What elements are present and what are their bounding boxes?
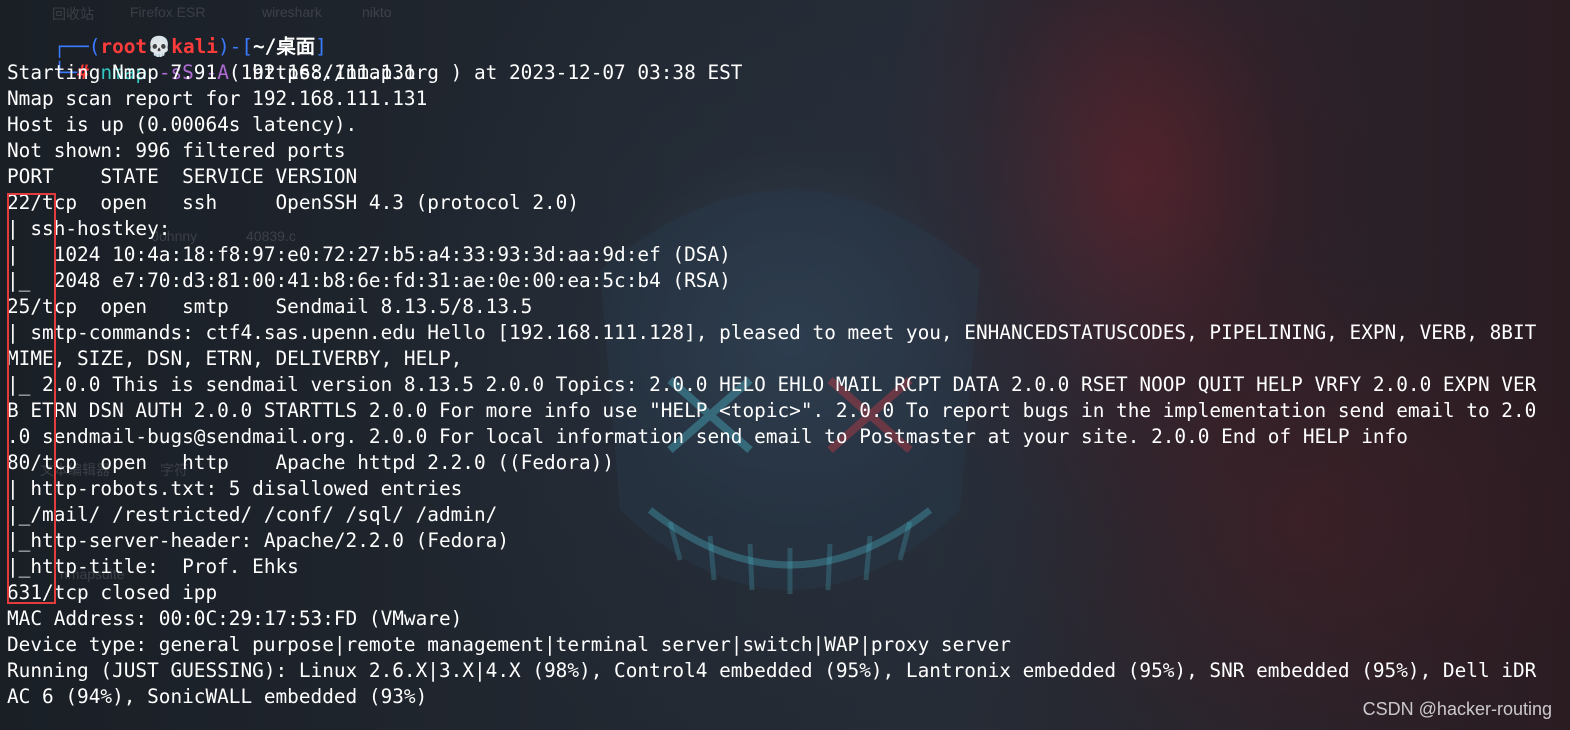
output-line: |_ 2048 e7:70:d3:81:00:41:b8:6e:fd:31:ae… <box>7 269 731 292</box>
output-line: | 1024 10:4a:18:f8:97:e0:72:27:b5:a4:33:… <box>7 243 731 266</box>
output-line: |_http-server-header: Apache/2.2.0 (Fedo… <box>7 529 509 552</box>
output-line: MAC Address: 00:0C:29:17:53:FD (VMware) <box>7 607 463 630</box>
output-line: | http-robots.txt: 5 disallowed entries <box>7 477 463 500</box>
output-line: .0 sendmail-bugs@sendmail.org. 2.0.0 For… <box>7 425 1408 448</box>
output-line: |_ 2.0.0 This is sendmail version 8.13.5… <box>7 373 1537 396</box>
output-line: MIME, SIZE, DSN, ETRN, DELIVERBY, HELP, <box>7 347 463 370</box>
terminal-window[interactable]: 回收站 Firefox ESR wireshark nikto Johnny 4… <box>0 0 1570 730</box>
output-line: | smtp-commands: ctf4.sas.upenn.edu Hell… <box>7 321 1537 344</box>
output-line: 25/tcp open smtp Sendmail 8.13.5/8.13.5 <box>7 295 533 318</box>
output-line: Host is up (0.00064s latency). <box>7 113 358 136</box>
output-line: 80/tcp open http Apache httpd 2.2.0 ((Fe… <box>7 451 615 474</box>
output-line: |_/mail/ /restricted/ /conf/ /sql/ /admi… <box>7 503 498 526</box>
csdn-watermark: CSDN @hacker-routing <box>1362 699 1552 719</box>
output-line: PORT STATE SERVICE VERSION <box>7 165 358 188</box>
desktop-ghost-label: nikto <box>362 4 392 20</box>
output-line: Device type: general purpose|remote mana… <box>7 633 1011 656</box>
prompt-line-2: └─# nmap -sS -A 192.168.111.131 <box>7 34 416 84</box>
output-line: Not shown: 996 filtered ports <box>7 139 346 162</box>
prompt-line-1: ┌──(root💀kali)-[~/桌面] <box>7 8 327 58</box>
output-line: Running (JUST GUESSING): Linux 2.6.X|3.X… <box>7 659 1537 682</box>
output-line: Starting Nmap 7.91 ( https://nmap.org ) … <box>7 61 743 84</box>
port-column-highlight-box <box>7 193 56 604</box>
output-line: Nmap scan report for 192.168.111.131 <box>7 87 428 110</box>
output-line: B ETRN DSN AUTH 2.0.0 STARTTLS 2.0.0 For… <box>7 399 1537 422</box>
output-line: 22/tcp open ssh OpenSSH 4.3 (protocol 2.… <box>7 191 580 214</box>
output-line: AC 6 (94%), SonicWALL embedded (93%) <box>7 685 428 708</box>
